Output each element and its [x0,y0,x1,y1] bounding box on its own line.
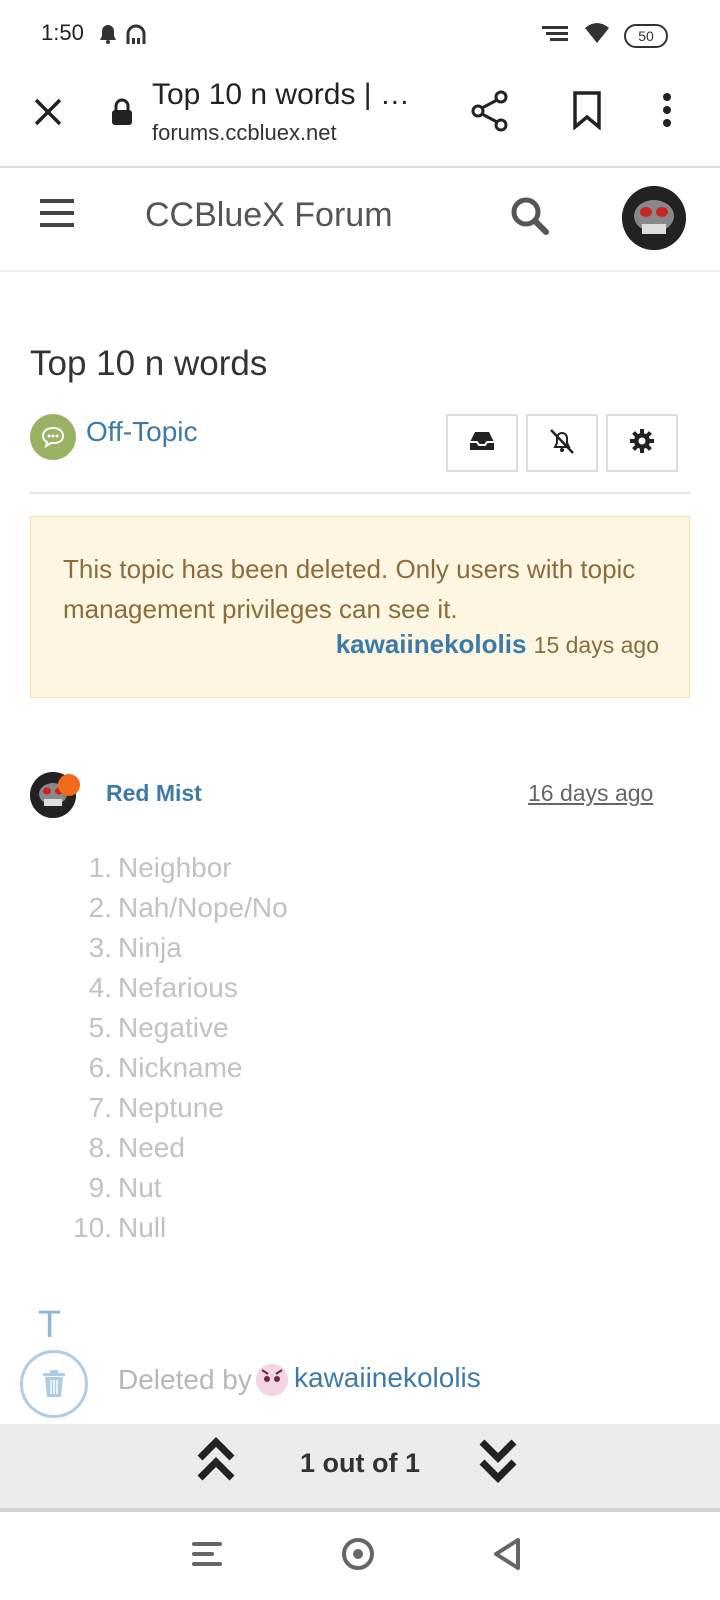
notice-user-link[interactable]: kawaiinekololis [336,629,527,659]
deleted-notice: This topic has been deleted. Only users … [30,516,690,698]
status-time: 1:50 [41,20,84,45]
notice-meta: kawaiinekololis 15 days ago [336,629,659,660]
list-item: 1. Neighbor [88,852,232,883]
signal-icon [540,22,570,49]
bookmark-icon[interactable] [572,90,602,135]
page-title[interactable]: Top 10 n words | … [152,78,422,112]
wifi-icon [584,22,610,49]
back-icon[interactable] [492,1536,524,1577]
bell-slash-icon [547,427,577,460]
close-icon[interactable] [28,92,68,132]
pagination-text[interactable]: 1 out of 1 [300,1448,420,1479]
lock-icon [110,98,134,131]
deleted-by-label: Deleted by [118,1364,252,1395]
divider [0,166,720,168]
list-item: 8. Need [88,1132,185,1163]
post-word-list: 1. Neighbor 2. Nah/Nope/No 3. Ninja 4. Nefar… [62,848,288,1248]
watch-button[interactable] [526,414,598,472]
gear-icon [629,428,655,459]
list-item: 10. Null [73,1212,167,1243]
share-icon[interactable] [470,90,510,137]
chevrons-down-icon[interactable] [478,1434,518,1495]
category-icon[interactable] [30,414,76,460]
deleted-by-user-link[interactable]: kawaiinekololis [294,1362,481,1394]
home-icon[interactable] [340,1536,376,1577]
recent-apps-icon[interactable] [192,1540,224,1573]
divider [30,492,690,494]
forum-title[interactable]: CCBlueX Forum [145,196,393,235]
inbox-button[interactable] [446,414,518,472]
list-item: 9. Nut [88,1172,162,1203]
list-item: 4. Nefarious [88,972,238,1003]
topic-title: Top 10 n words [30,344,268,383]
timeline-marker: T [38,1304,62,1346]
online-status-indicator [58,774,80,796]
battery-indicator: 50 [624,23,668,48]
post-author-link[interactable]: Red Mist [106,780,202,807]
category-link[interactable]: Off-Topic [86,416,198,448]
menu-icon[interactable] [40,198,74,233]
more-options-icon[interactable] [662,92,672,133]
status-right: 50 [540,22,668,49]
notice-text: This topic has been deleted. Only users … [63,554,636,624]
list-item: 5. Negative [88,1012,229,1043]
list-item: 2. Nah/Nope/No [88,892,288,923]
pagination-bar: 1 out of 1 [0,1424,720,1512]
list-item: 6. Nickname [88,1052,243,1083]
topic-tools-button[interactable] [606,414,678,472]
search-icon[interactable] [510,196,550,241]
divider [0,270,720,272]
deleted-by-avatar[interactable] [256,1364,288,1396]
chevrons-up-icon[interactable] [196,1434,236,1495]
notification-icons [96,22,152,51]
inbox-icon [468,430,496,457]
page-domain[interactable]: forums.ccbluex.net [152,120,337,146]
user-avatar[interactable] [622,186,686,250]
list-item: 7. Neptune [88,1092,224,1123]
post-timestamp-link[interactable]: 16 days ago [528,780,653,807]
trash-icon [20,1350,88,1418]
notice-time: 15 days ago [533,632,659,658]
list-item: 3. Ninja [88,932,182,963]
